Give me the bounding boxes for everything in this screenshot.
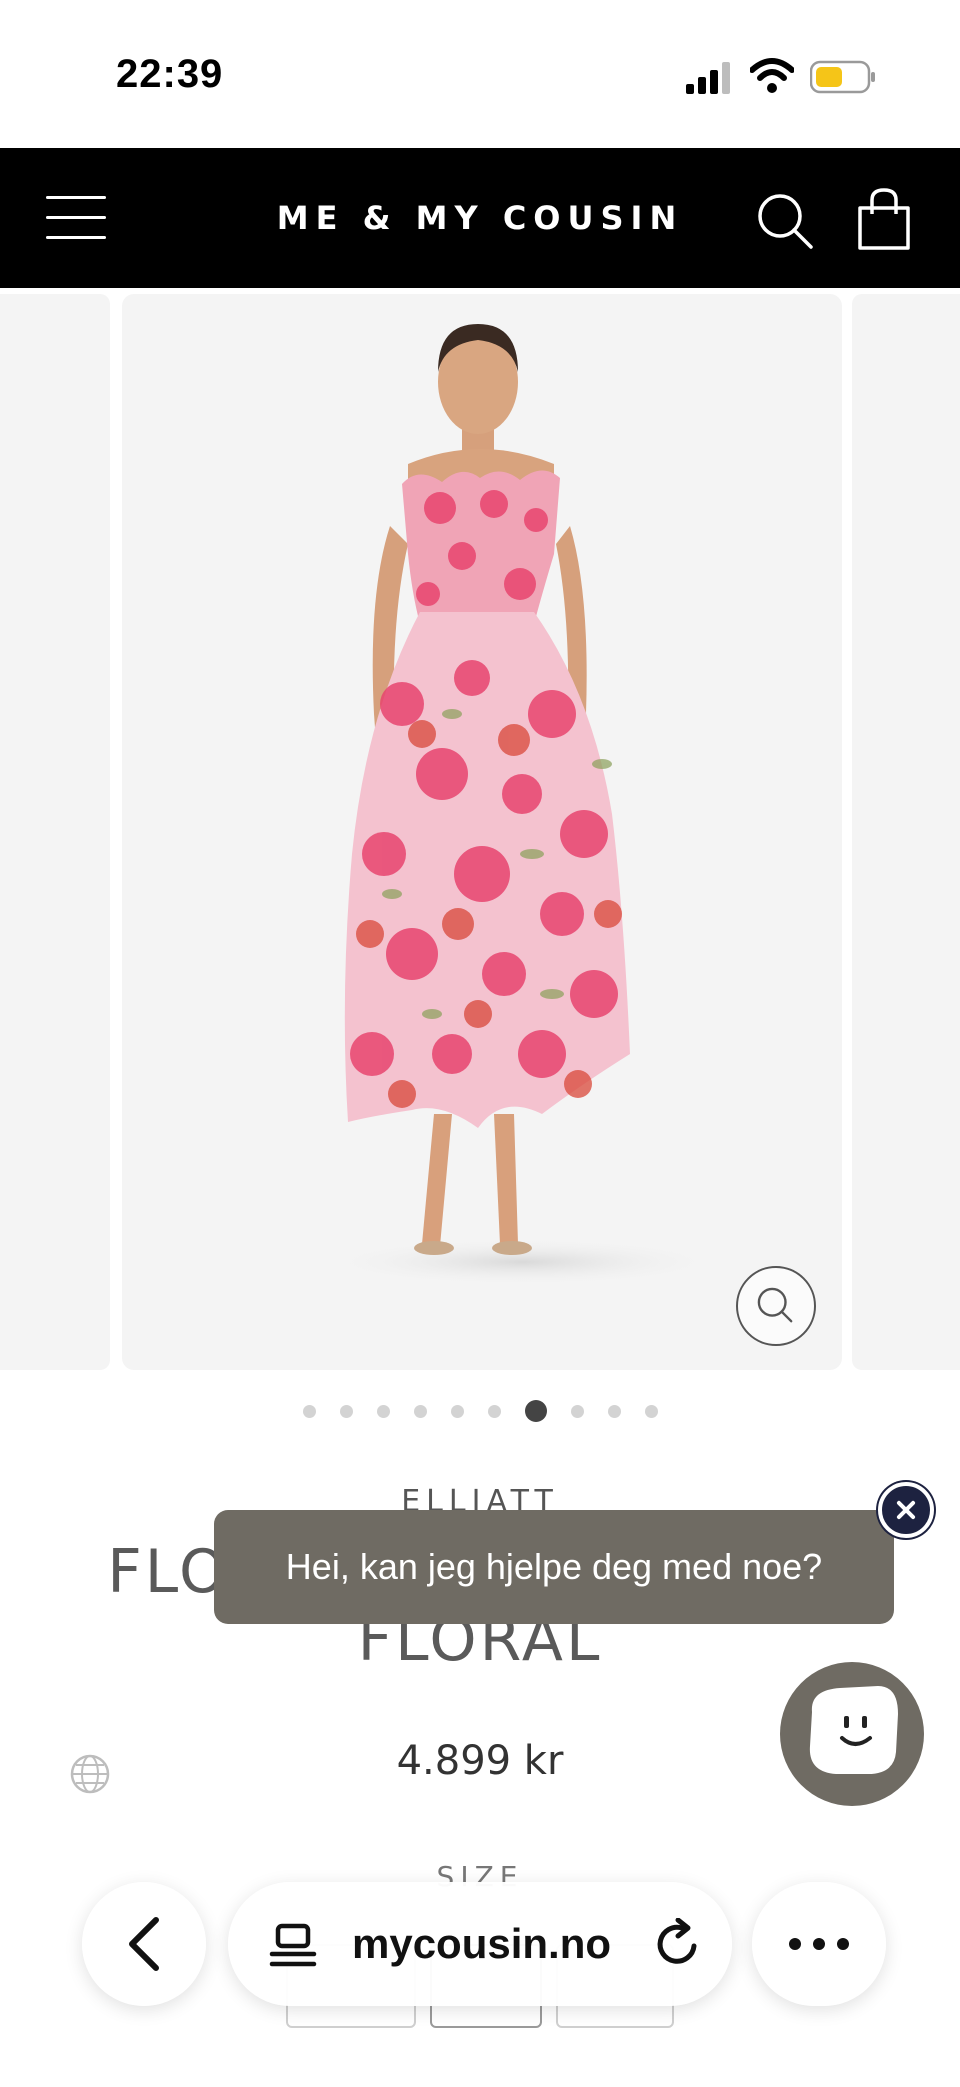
site-logo[interactable]: ME & MY COUSIN xyxy=(0,148,960,288)
zoom-button[interactable] xyxy=(736,1266,816,1346)
pagination-dot[interactable] xyxy=(376,1404,390,1418)
pagination-dot[interactable] xyxy=(644,1404,658,1418)
product-image[interactable] xyxy=(122,294,842,1370)
status-bar: 22:39 xyxy=(0,0,960,148)
address-bar[interactable]: mycousin.no xyxy=(228,1882,732,2006)
status-time: 22:39 xyxy=(116,52,224,96)
chat-launcher-button[interactable] xyxy=(780,1662,924,1806)
tabs-icon[interactable] xyxy=(268,1920,318,1970)
next-image-slide[interactable] xyxy=(852,294,960,1370)
pagination-dot[interactable] xyxy=(339,1404,353,1418)
dress-model-image xyxy=(322,324,722,1286)
pagination-dot[interactable] xyxy=(487,1404,501,1418)
pagination-dot[interactable] xyxy=(450,1404,464,1418)
gallery-pagination xyxy=(0,1398,960,1424)
battery-icon xyxy=(810,60,875,94)
shopping-bag-icon[interactable] xyxy=(856,188,912,250)
zoom-search-icon xyxy=(757,1287,793,1323)
more-options-button[interactable] xyxy=(752,1882,886,2006)
pagination-dot[interactable] xyxy=(413,1404,427,1418)
url-text: mycousin.no xyxy=(352,1920,612,1967)
chat-close-icon[interactable] xyxy=(878,1482,934,1538)
previous-image-slide[interactable] xyxy=(0,294,110,1370)
search-icon[interactable] xyxy=(756,192,814,250)
wifi-icon xyxy=(750,58,794,93)
pagination-dot[interactable] xyxy=(302,1404,316,1418)
pagination-dot-active[interactable] xyxy=(524,1400,547,1422)
product-image-gallery[interactable] xyxy=(0,288,960,1370)
pagination-dot[interactable] xyxy=(607,1404,621,1418)
chat-greeting-bubble[interactable]: Hei, kan jeg hjelpe deg med noe? xyxy=(214,1510,894,1624)
site-header: ME & MY COUSIN xyxy=(0,148,960,288)
chevron-left-icon xyxy=(129,1917,159,1971)
cellular-signal-icon xyxy=(686,62,730,94)
reload-icon[interactable] xyxy=(652,1918,704,1970)
browser-toolbar: mycousin.no xyxy=(0,1860,960,2020)
back-button[interactable] xyxy=(82,1882,206,2006)
hamburger-menu-icon[interactable] xyxy=(46,196,106,240)
chat-smiley-icon xyxy=(809,1686,898,1774)
pagination-dot[interactable] xyxy=(570,1404,584,1418)
ellipsis-icon xyxy=(789,1938,849,1950)
